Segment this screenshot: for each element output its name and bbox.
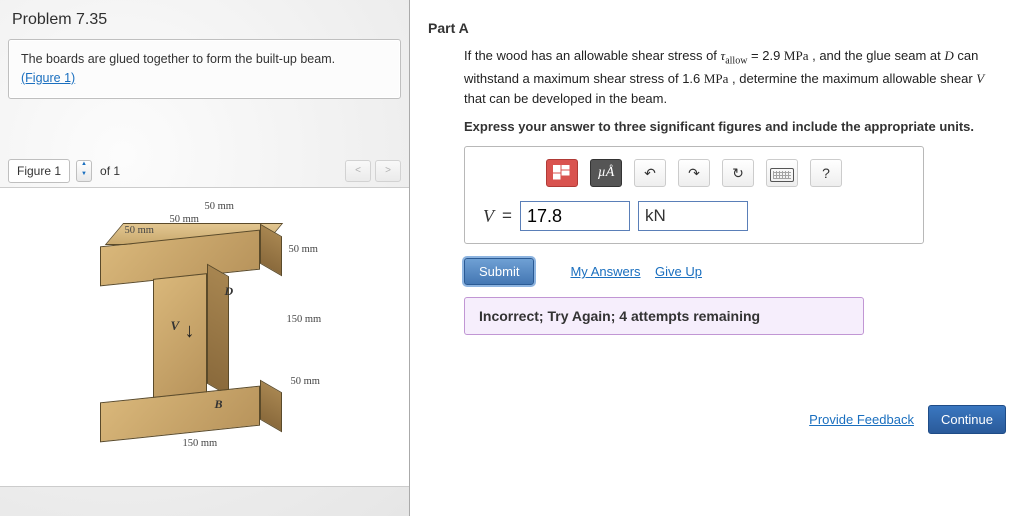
figure-stepper[interactable]: ▲▼ xyxy=(76,160,92,182)
problem-statement-box: The boards are glued together to form th… xyxy=(8,39,401,99)
eq1: = 2.9 xyxy=(747,48,784,63)
tau-sub: allow xyxy=(725,56,747,67)
dim-f: 50 mm xyxy=(291,376,320,387)
problem-statement: The boards are glued together to form th… xyxy=(21,52,335,66)
give-up-link[interactable]: Give Up xyxy=(655,264,702,279)
units-button[interactable]: µÅ xyxy=(590,159,622,187)
keyboard-button[interactable] xyxy=(766,159,798,187)
submit-row: Submit My Answers Give Up xyxy=(464,258,1006,285)
answer-value-input[interactable] xyxy=(520,201,630,231)
instruction: Express your answer to three significant… xyxy=(464,119,1006,134)
varD: D xyxy=(944,48,953,63)
bottom-actions: Provide Feedback Continue xyxy=(809,405,1006,434)
answer-box: µÅ ↶ ↷ ↻ ? V = kN xyxy=(464,146,924,244)
dim-c: 50 mm xyxy=(125,225,154,236)
template-button[interactable] xyxy=(546,159,578,187)
prompt-pre: If the wood has an allowable shear stres… xyxy=(464,48,721,63)
arrow-down-icon: ↓ xyxy=(185,320,195,343)
label-b: B xyxy=(215,397,223,412)
right-panel: Part A If the wood has an allowable shea… xyxy=(410,0,1024,516)
formula-toolbar: µÅ ↶ ↷ ↻ ? xyxy=(479,155,909,197)
undo-button[interactable]: ↶ xyxy=(634,159,666,187)
figure-link[interactable]: (Figure 1) xyxy=(21,71,75,85)
dim-d: 50 mm xyxy=(289,244,318,255)
redo-button[interactable]: ↷ xyxy=(678,159,710,187)
dim-a: 50 mm xyxy=(205,201,234,212)
unit-text: kN xyxy=(645,206,666,226)
part-title: Part A xyxy=(428,20,1006,36)
answer-eq: = xyxy=(502,206,512,226)
figure-next-button[interactable]: > xyxy=(375,160,401,182)
dim-b: 50 mm xyxy=(170,214,199,225)
reset-button[interactable]: ↻ xyxy=(722,159,754,187)
part-prompt: If the wood has an allowable shear stres… xyxy=(464,46,1006,109)
answer-unit-input[interactable]: kN xyxy=(638,201,748,231)
provide-feedback-link[interactable]: Provide Feedback xyxy=(809,412,914,427)
varV: V xyxy=(976,71,984,86)
figure-prev-button[interactable]: < xyxy=(345,160,371,182)
label-d: D xyxy=(225,284,234,299)
label-v: V xyxy=(171,318,180,334)
figure-header: Figure 1 ▲▼ of 1 < > xyxy=(8,159,401,183)
continue-button[interactable]: Continue xyxy=(928,405,1006,434)
problem-title: Problem 7.35 xyxy=(12,11,397,29)
submit-button[interactable]: Submit xyxy=(464,258,534,285)
left-panel: Problem 7.35 The boards are glued togeth… xyxy=(0,0,410,516)
answer-input-row: V = kN xyxy=(483,201,909,231)
beam-diagram: 50 mm 50 mm 50 mm 50 mm 150 mm 50 mm 150… xyxy=(65,198,345,458)
help-button[interactable]: ? xyxy=(810,159,842,187)
mid3: , determine the maximum allowable shear xyxy=(728,71,976,86)
my-answers-link[interactable]: My Answers xyxy=(570,264,640,279)
unit2: MPa xyxy=(704,71,729,86)
dim-g: 150 mm xyxy=(183,438,218,449)
figure-of-label: of 1 xyxy=(98,160,122,182)
figure-label: Figure 1 xyxy=(8,159,70,183)
answer-var: V xyxy=(483,206,494,227)
unit1: MPa xyxy=(784,48,809,63)
figure-canvas: 50 mm 50 mm 50 mm 50 mm 150 mm 50 mm 150… xyxy=(0,187,409,487)
mid1: , and the glue seam at xyxy=(808,48,944,63)
feedback-message: Incorrect; Try Again; 4 attempts remaini… xyxy=(464,297,864,335)
keyboard-icon xyxy=(770,168,794,182)
end: that can be developed in the beam. xyxy=(464,91,667,106)
dim-e: 150 mm xyxy=(287,314,322,325)
